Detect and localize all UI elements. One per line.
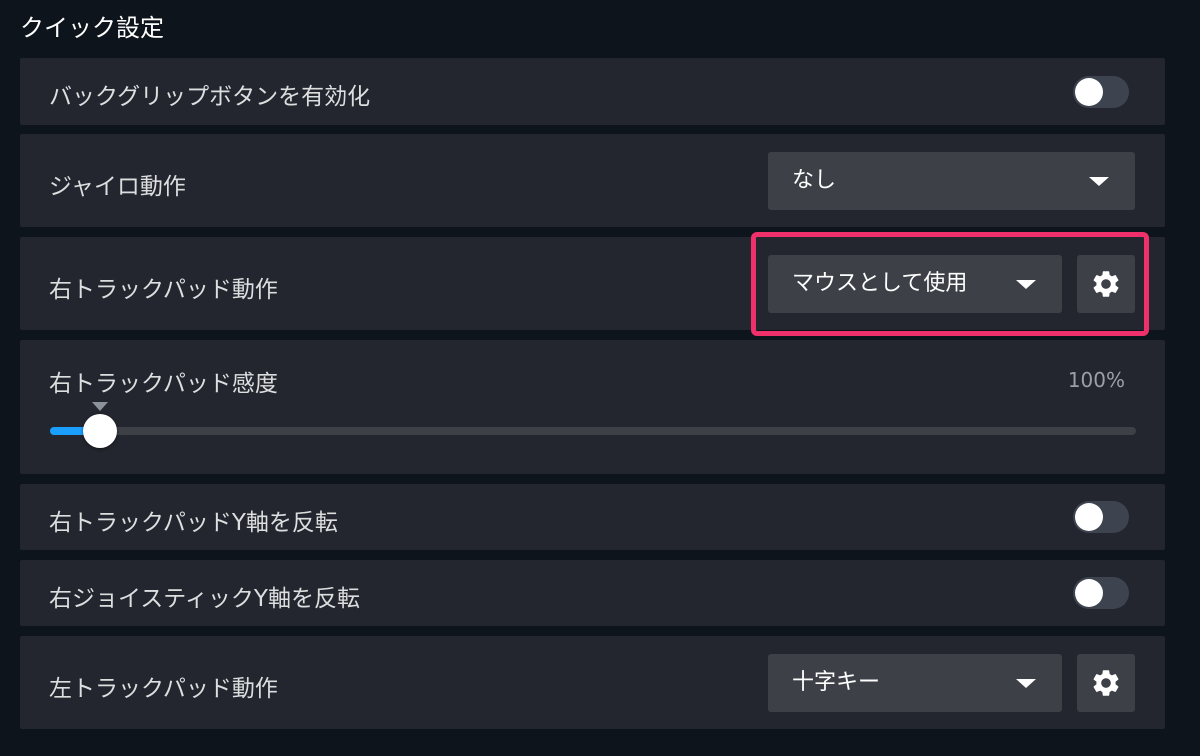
gyro-dropdown-value: なし — [792, 168, 837, 193]
back-grip-row: バックグリップボタンを有効化 — [20, 58, 1165, 125]
sensitivity-slider-handle[interactable] — [83, 414, 117, 448]
chevron-down-icon — [1016, 679, 1036, 688]
gyro-label: ジャイロ動作 — [49, 174, 186, 200]
toggle-knob — [1075, 503, 1103, 531]
invert-joystick-y-toggle[interactable] — [1073, 577, 1129, 609]
toggle-knob — [1075, 78, 1103, 106]
invert-trackpad-y-row: 右トラックパッドY軸を反転 — [20, 484, 1165, 550]
left-trackpad-behavior-label: 左トラックパッド動作 — [49, 676, 278, 702]
gyro-dropdown[interactable]: なし — [768, 152, 1135, 210]
back-grip-toggle[interactable] — [1073, 76, 1129, 108]
gyro-row: ジャイロ動作 なし — [20, 134, 1165, 227]
back-grip-label: バックグリップボタンを有効化 — [49, 84, 371, 110]
invert-joystick-y-row: 右ジョイスティックY軸を反転 — [20, 560, 1165, 626]
sensitivity-value: 100% — [1067, 368, 1125, 392]
left-trackpad-settings-button[interactable] — [1077, 654, 1135, 712]
toggle-knob — [1075, 579, 1103, 607]
left-trackpad-dropdown-value: 十字キー — [792, 670, 881, 695]
right-trackpad-sensitivity-label: 右トラックパッド感度 — [49, 371, 278, 397]
gear-icon — [1093, 670, 1119, 696]
invert-joystick-y-label: 右ジョイスティックY軸を反転 — [49, 586, 360, 612]
right-trackpad-behavior-label: 右トラックパッド動作 — [49, 277, 278, 303]
highlight-frame — [751, 232, 1149, 336]
invert-trackpad-y-toggle[interactable] — [1073, 501, 1129, 533]
chevron-down-icon — [1089, 177, 1109, 186]
invert-trackpad-y-label: 右トラックパッドY軸を反転 — [49, 510, 338, 536]
default-marker-icon — [92, 402, 108, 411]
sensitivity-slider-track[interactable] — [50, 427, 1136, 435]
section-title: クイック設定 — [20, 14, 164, 42]
left-trackpad-behavior-row: 左トラックパッド動作 十字キー — [20, 636, 1165, 729]
right-trackpad-sensitivity-row: 右トラックパッド感度 100% — [20, 340, 1165, 474]
left-trackpad-behavior-dropdown[interactable]: 十字キー — [768, 654, 1062, 712]
